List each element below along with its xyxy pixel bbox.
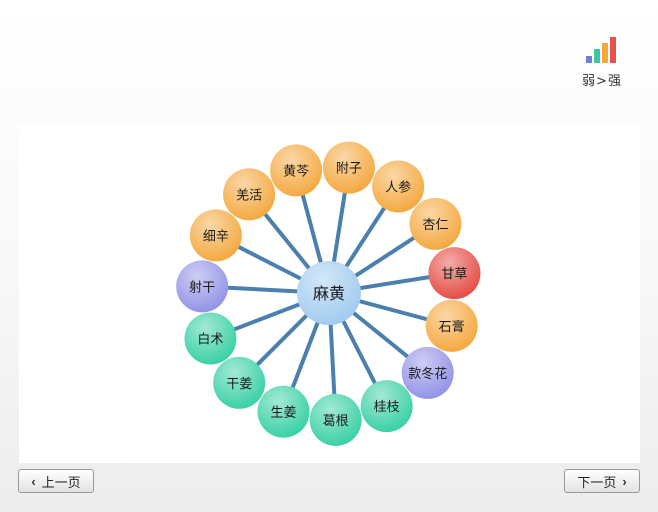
legend-bar-weakest xyxy=(586,56,592,63)
herb-node-label: 人参 xyxy=(385,179,411,195)
network-panel: 黄芩 附子人参杏仁甘草石膏款冬花桂枝葛根 生姜 干姜 白术 射干 细辛 羌活麻黄 xyxy=(19,125,640,463)
legend-bar-strongest xyxy=(610,37,616,63)
legend-label: 弱>强 xyxy=(582,74,622,89)
prev-page-button[interactable]: ‹ 上一页 xyxy=(18,469,94,493)
chevron-left-icon: ‹ xyxy=(31,473,36,489)
herb-node-label: 石膏 xyxy=(439,319,465,335)
herb-node-label: 射干 xyxy=(189,279,215,295)
center-herb-node[interactable]: 麻黄 xyxy=(297,261,361,325)
herb-node-label: 干姜 xyxy=(226,377,252,392)
herb-node-label: 生姜 xyxy=(270,406,296,421)
prev-page-label: 上一页 xyxy=(41,474,81,490)
herb-node[interactable]: 黄芩 xyxy=(270,144,323,197)
herb-node-label: 羌活 xyxy=(236,188,262,203)
herb-node[interactable]: 干姜 xyxy=(213,356,266,409)
chevron-right-icon: › xyxy=(622,473,627,489)
herb-node[interactable]: 葛根 xyxy=(309,393,362,446)
herb-node-label: 黄芩 xyxy=(283,164,309,179)
herb-node-label: 细辛 xyxy=(203,229,229,244)
herb-node[interactable]: 白术 xyxy=(184,312,237,365)
herb-node[interactable]: 石膏 xyxy=(425,299,478,352)
herb-node-label: 桂枝 xyxy=(374,400,400,415)
herb-node-label: 附子 xyxy=(336,162,362,177)
herb-node-label: 葛根 xyxy=(323,414,349,429)
legend-bar-strong xyxy=(602,43,608,63)
next-page-label: 下一页 xyxy=(577,474,617,490)
herb-node-label: 杏仁 xyxy=(423,218,449,233)
herb-network-graph: 黄芩 附子人参杏仁甘草石膏款冬花桂枝葛根 生姜 干姜 白术 射干 细辛 羌活麻黄 xyxy=(176,141,481,446)
herb-node[interactable]: 桂枝 xyxy=(360,380,413,433)
herb-node[interactable]: 细辛 xyxy=(189,209,242,262)
herb-node[interactable]: 杏仁 xyxy=(409,197,462,250)
herb-node-label: 款冬花 xyxy=(408,366,447,382)
herb-node[interactable]: 羌活 xyxy=(223,168,276,221)
herb-node[interactable]: 人参 xyxy=(372,160,425,213)
herb-node[interactable]: 生姜 xyxy=(257,385,310,438)
legend-bar-weak xyxy=(594,49,600,63)
center-node-label: 麻黄 xyxy=(313,284,345,303)
strength-legend: 弱>强 xyxy=(580,36,624,89)
herb-node-label: 白术 xyxy=(197,332,223,348)
next-page-button[interactable]: 下一页 › xyxy=(564,469,640,493)
herb-node[interactable]: 附子 xyxy=(322,141,375,194)
herb-node[interactable]: 款冬花 xyxy=(401,346,454,399)
herb-node-label: 甘草 xyxy=(441,267,467,282)
herb-node[interactable]: 甘草 xyxy=(428,247,481,300)
herb-node[interactable]: 射干 xyxy=(176,260,229,313)
bar-chart-icon xyxy=(586,37,616,63)
